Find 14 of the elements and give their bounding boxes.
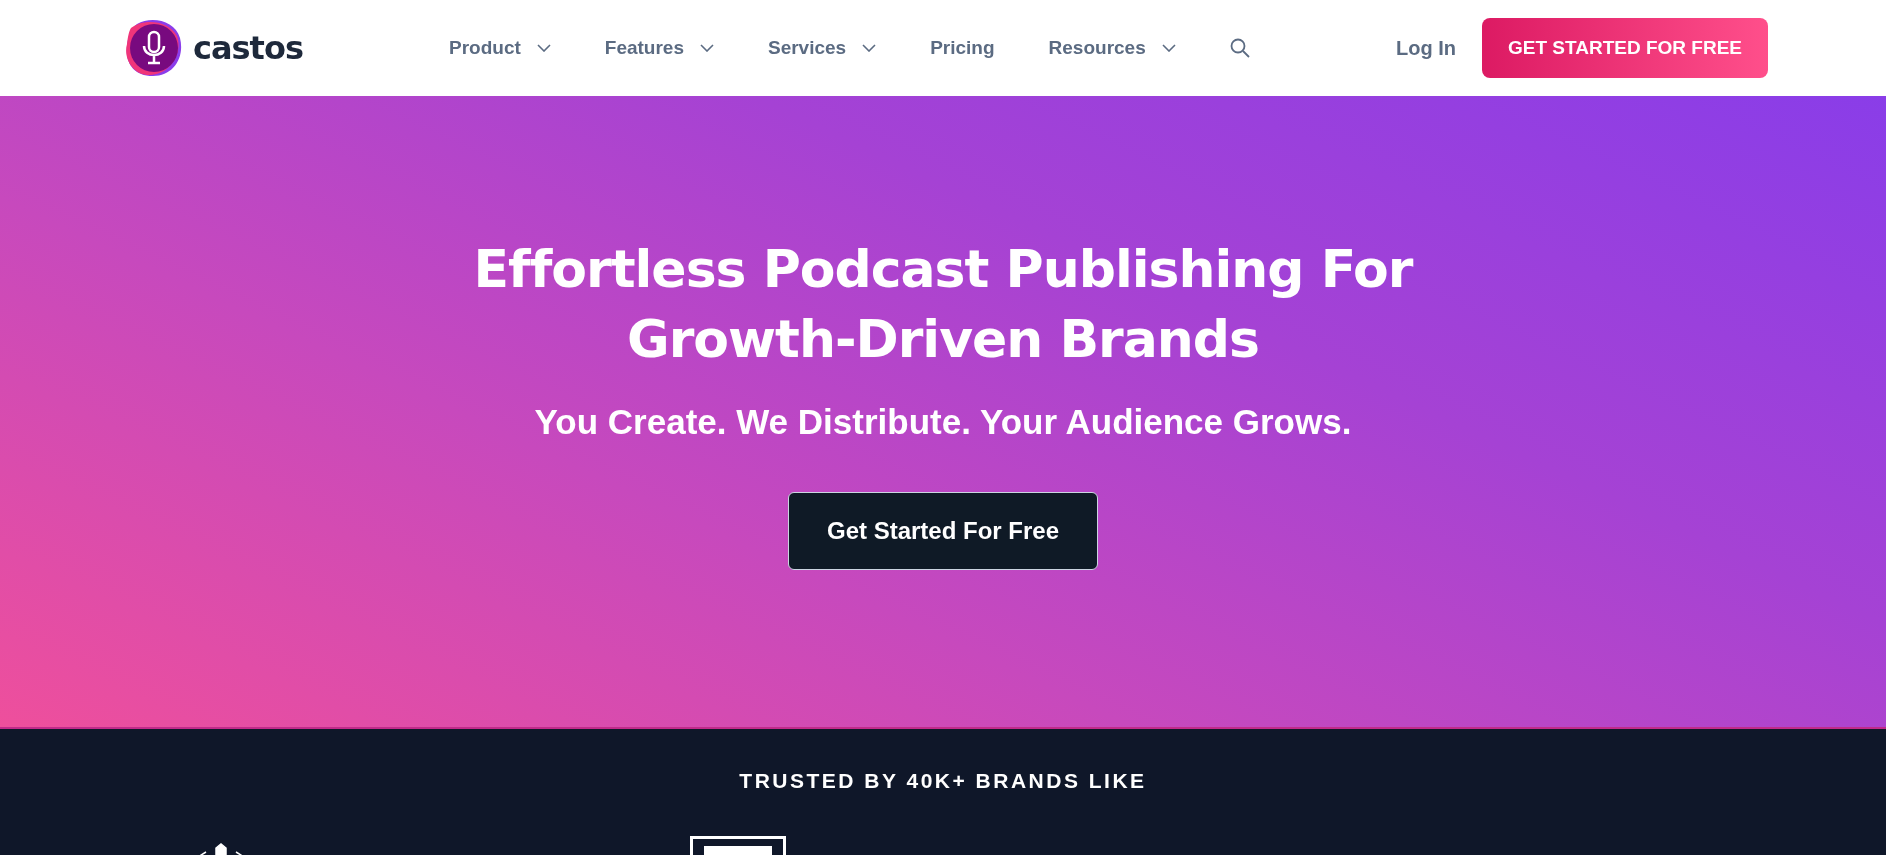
microphone-logo-icon[interactable] (125, 18, 183, 78)
nav-link[interactable]: Pricing (930, 37, 995, 59)
get-started-button[interactable]: Get Started For Free (788, 492, 1098, 570)
nav-link[interactable]: Features (604, 37, 714, 59)
get-started-button[interactable]: GET STARTED FOR FREE (1482, 18, 1768, 78)
section-heading: TRUSTED BY 40K+ BRANDS LIKE (739, 769, 1147, 793)
search-icon[interactable] (1229, 38, 1250, 58)
hero-title: Effortless Podcast Publishing For Growth-Driven Brands (473, 238, 1413, 371)
hero-subtitle: You Create. We Distribute. Your Audience Grows. (534, 402, 1352, 442)
nav-link[interactable]: Services (768, 37, 877, 59)
nav-link[interactable]: Resources (1048, 37, 1176, 59)
nav-link[interactable]: Product (449, 37, 551, 59)
brand-name[interactable]: castos (193, 29, 303, 67)
login-link[interactable]: Log In (1396, 36, 1456, 60)
